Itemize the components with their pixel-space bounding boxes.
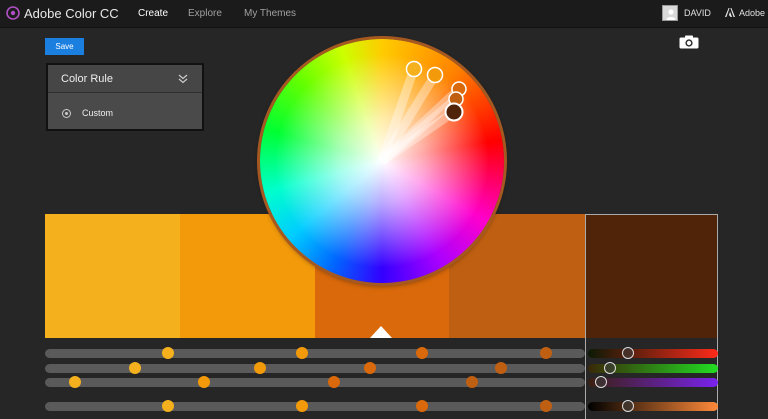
slider-knob[interactable]	[466, 376, 478, 388]
chevron-down-icon[interactable]	[178, 74, 188, 84]
brightness-slider[interactable]	[588, 402, 718, 411]
slider-knob[interactable]	[162, 347, 174, 359]
slider-track-1[interactable]	[45, 349, 585, 358]
base-color-pointer-icon	[370, 326, 392, 338]
wheel-markers	[377, 60, 467, 165]
user-icon	[666, 9, 676, 20]
color-rule-header[interactable]: Color Rule	[48, 65, 202, 93]
slider-knob[interactable]	[69, 376, 81, 388]
adobe-color-logo-icon	[6, 6, 20, 20]
rule-option-custom[interactable]: Custom	[62, 107, 182, 121]
slider-knob[interactable]	[540, 400, 552, 412]
slider-knob[interactable]	[416, 347, 428, 359]
nav-my-themes[interactable]: My Themes	[244, 8, 296, 19]
red-channel-knob[interactable]	[622, 347, 634, 359]
user-name[interactable]: DAVID	[684, 8, 711, 18]
wheel-marker-2[interactable]	[426, 66, 444, 84]
wheel-marker-1[interactable]	[405, 60, 423, 78]
slider-knob[interactable]	[296, 347, 308, 359]
red-channel-slider[interactable]	[588, 349, 718, 358]
adobe-logo-icon	[725, 8, 735, 17]
selected-color-sliders	[585, 338, 718, 419]
slider-knob[interactable]	[129, 362, 141, 374]
blue-channel-slider[interactable]	[588, 378, 718, 387]
slider-knob[interactable]	[296, 400, 308, 412]
slider-knob[interactable]	[495, 362, 507, 374]
color-swatch-1[interactable]	[45, 214, 180, 338]
slider-track-4[interactable]	[45, 402, 585, 411]
nav-create[interactable]: Create	[138, 8, 168, 19]
color-rule-panel: Color Rule Custom	[46, 63, 204, 131]
slider-knob[interactable]	[254, 362, 266, 374]
slider-knob[interactable]	[364, 362, 376, 374]
slider-knob[interactable]	[540, 347, 552, 359]
slider-knob[interactable]	[162, 400, 174, 412]
color-wheel[interactable]	[260, 39, 504, 283]
blue-channel-knob[interactable]	[595, 376, 607, 388]
nav-explore[interactable]: Explore	[188, 8, 222, 19]
camera-icon[interactable]	[679, 35, 699, 49]
slider-track-3[interactable]	[45, 378, 585, 387]
wheel-marker-5[interactable]	[444, 102, 464, 122]
color-rule-title: Color Rule	[61, 73, 113, 85]
slider-knob[interactable]	[198, 376, 210, 388]
app-title[interactable]: Adobe Color CC	[24, 6, 119, 21]
color-swatch-5[interactable]	[585, 214, 718, 338]
green-channel-knob[interactable]	[604, 362, 616, 374]
radio-icon[interactable]	[62, 109, 71, 118]
color-sliders	[45, 346, 585, 416]
rule-option-label: Custom	[82, 108, 114, 118]
save-button[interactable]: Save	[45, 38, 84, 55]
slider-knob[interactable]	[328, 376, 340, 388]
brightness-knob[interactable]	[622, 400, 634, 412]
brand-label[interactable]: Adobe	[739, 8, 765, 18]
slider-knob[interactable]	[416, 400, 428, 412]
avatar[interactable]	[662, 5, 678, 21]
top-bar: Adobe Color CC Create Explore My Themes …	[0, 0, 768, 28]
